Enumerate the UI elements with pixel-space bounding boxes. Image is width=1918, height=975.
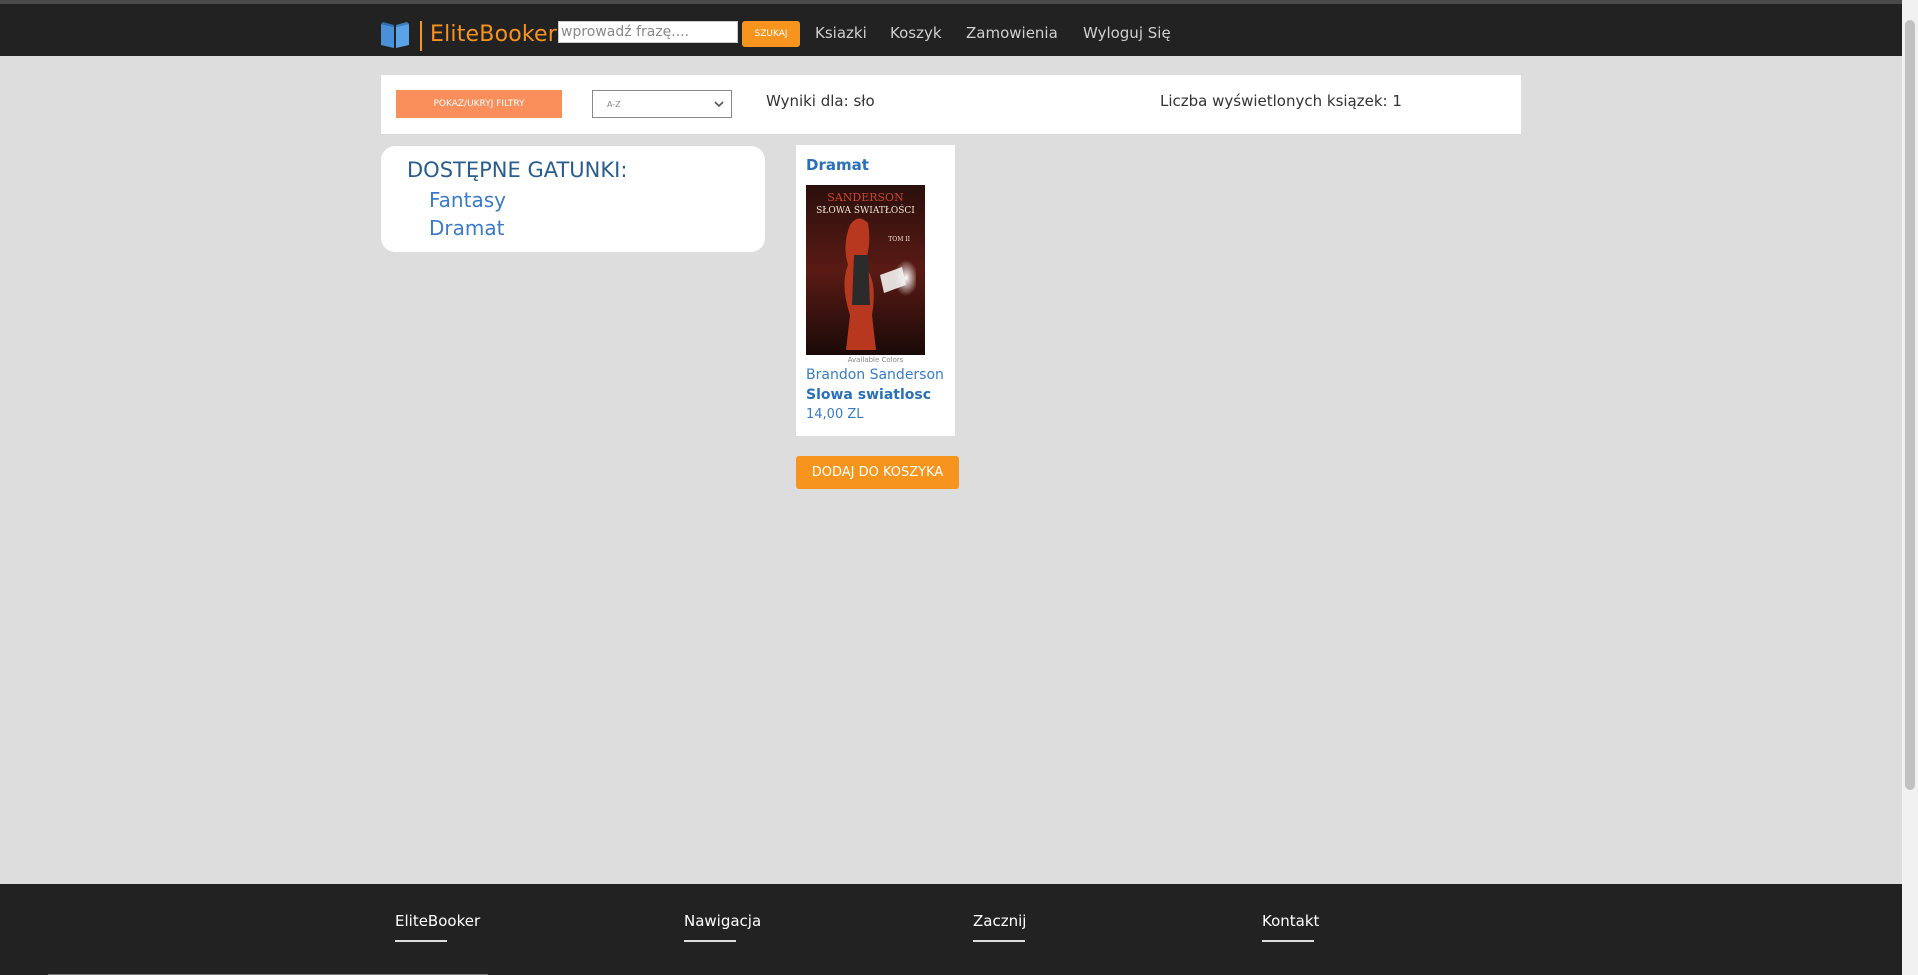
open-book-icon (381, 22, 409, 48)
footer-heading: Nawigacja (684, 912, 762, 930)
search-results-label: Wyniki dla: sło (766, 92, 875, 110)
displayed-books-count: Liczba wyświetlonych ksiązek: 1 (1160, 92, 1402, 110)
book-title[interactable]: Slowa swiatlosc (806, 387, 931, 403)
nav-link-zamowienia[interactable]: Zamowienia (966, 24, 1058, 42)
footer-column-elitebooker: EliteBooker (395, 912, 480, 942)
logo-divider (420, 21, 422, 51)
footer-heading: EliteBooker (395, 912, 481, 930)
cover-author-text: SANDERSON (827, 191, 904, 204)
nav-link-koszyk[interactable]: Koszyk (890, 24, 942, 42)
footer-heading: Zacznij (973, 912, 1027, 930)
footer-underline (973, 940, 1025, 942)
nav-link-ksiazki[interactable]: Ksiazki (815, 24, 867, 42)
footer-column-nawigacja: Nawigacja (684, 912, 761, 942)
book-price: 14,00 ZL (806, 407, 864, 422)
chevron-down-icon (714, 101, 724, 108)
book-card[interactable]: Dramat SANDERSON SŁOWA ŚWIATŁOŚCI TOM II… (796, 145, 955, 436)
book-genre: Dramat (806, 156, 869, 174)
genres-title: DOSTĘPNE GATUNKI: (407, 158, 628, 182)
site-logo-text[interactable]: EliteBooker (430, 22, 557, 47)
genre-link-fantasy[interactable]: Fantasy (429, 188, 506, 212)
footer: EliteBooker Nawigacja Zacznij Kontakt (0, 884, 1902, 975)
cover-title-text: SŁOWA ŚWIATŁOŚCI (816, 204, 915, 216)
search-input[interactable] (558, 21, 738, 43)
footer-underline (395, 940, 447, 942)
cover-volume-text: TOM II (888, 236, 910, 243)
footer-column-zacznij: Zacznij (973, 912, 1026, 942)
add-to-cart-button[interactable]: DODAJ DO KOSZYKA (796, 456, 959, 489)
footer-heading: Kontakt (1262, 912, 1320, 930)
results-toolbar: POKAZ/UKRYJ FILTRY A-Z Wyniki dla: sło L… (381, 75, 1521, 134)
genre-link-dramat[interactable]: Dramat (429, 216, 504, 240)
genres-panel: DOSTĘPNE GATUNKI: Fantasy Dramat (381, 146, 765, 252)
footer-underline (684, 940, 736, 942)
book-cover-image[interactable]: SANDERSON SŁOWA ŚWIATŁOŚCI TOM II (806, 185, 925, 355)
nav-link-wyloguj[interactable]: Wyloguj Się (1083, 24, 1171, 42)
search-button[interactable]: SZUKAJ (742, 21, 800, 47)
cover-caption: Available Colors (847, 356, 904, 364)
sort-select-value: A-Z (607, 99, 621, 109)
scrollbar-thumb[interactable] (1905, 20, 1915, 790)
sort-select[interactable]: A-Z (592, 90, 732, 118)
toggle-filters-button[interactable]: POKAZ/UKRYJ FILTRY (396, 90, 562, 118)
book-author[interactable]: Brandon Sanderson (806, 367, 944, 383)
footer-column-kontakt: Kontakt (1262, 912, 1319, 942)
navbar: EliteBooker SZUKAJ Ksiazki Koszyk Zamowi… (0, 4, 1902, 56)
footer-underline (1262, 940, 1314, 942)
